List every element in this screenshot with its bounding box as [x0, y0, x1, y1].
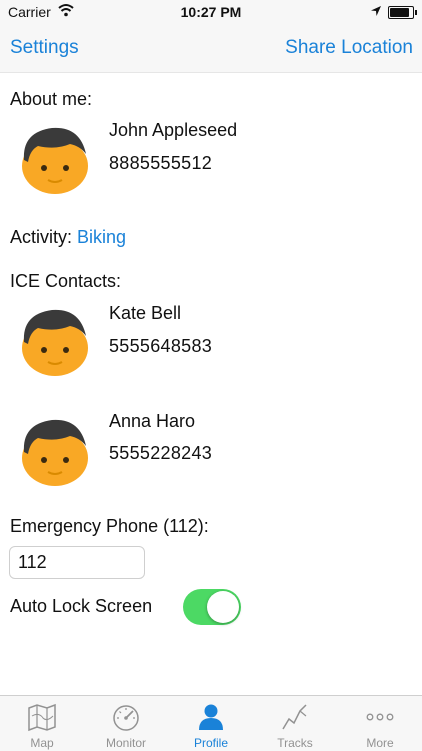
contact-name[interactable]: Kate Bell	[109, 303, 181, 324]
emergency-phone-field[interactable]	[9, 546, 145, 579]
tab-profile[interactable]: Profile	[169, 696, 253, 751]
contact-avatar-icon	[20, 306, 90, 376]
toggle-knob	[207, 591, 239, 623]
speedometer-icon	[111, 702, 141, 732]
activity-row: Activity: Biking	[10, 227, 126, 248]
map-icon	[27, 702, 57, 732]
contact-avatar-icon	[20, 416, 90, 486]
contact-name[interactable]: Anna Haro	[109, 411, 195, 432]
tab-bar: Map Monitor Profile Tracks More	[0, 695, 422, 751]
emergency-phone-label: Emergency Phone (112):	[10, 516, 209, 536]
status-bar: Carrier 10:27 PM	[0, 0, 422, 24]
more-icon	[365, 702, 395, 732]
tracks-icon	[280, 702, 310, 732]
user-name: John Appleseed	[109, 120, 238, 140]
tab-label: Tracks	[277, 736, 313, 750]
tab-label: More	[366, 736, 394, 750]
settings-button[interactable]: Settings	[10, 37, 79, 59]
navigation-bar: Settings Share Location	[0, 24, 422, 73]
activity-value-button[interactable]: Biking	[77, 227, 126, 247]
user-avatar-icon	[20, 124, 90, 194]
tab-tracks[interactable]: Tracks	[253, 696, 337, 751]
auto-lock-toggle[interactable]	[183, 589, 241, 625]
clock: 10:27 PM	[180, 4, 242, 20]
ice-contacts-label: ICE Contacts:	[10, 271, 122, 291]
activity-label: Activity:	[10, 227, 73, 247]
person-icon	[196, 702, 226, 732]
about-me-label: About me:	[10, 89, 93, 109]
tab-monitor[interactable]: Monitor	[84, 696, 168, 751]
user-phone: 8885555512	[109, 153, 213, 173]
tab-label: Monitor	[105, 736, 146, 750]
contact-phone[interactable]: 5555228243	[109, 443, 212, 464]
share-location-button[interactable]: Share Location	[285, 37, 413, 59]
auto-lock-label: Auto Lock Screen	[10, 596, 153, 616]
tab-label: Map	[30, 736, 54, 750]
tab-label: Profile	[193, 736, 228, 750]
location-arrow-icon	[370, 4, 382, 20]
contact-phone[interactable]: 5555648583	[109, 336, 212, 357]
tab-map[interactable]: Map	[0, 696, 84, 751]
battery-icon	[388, 6, 417, 19]
tab-more[interactable]: More	[338, 696, 422, 751]
